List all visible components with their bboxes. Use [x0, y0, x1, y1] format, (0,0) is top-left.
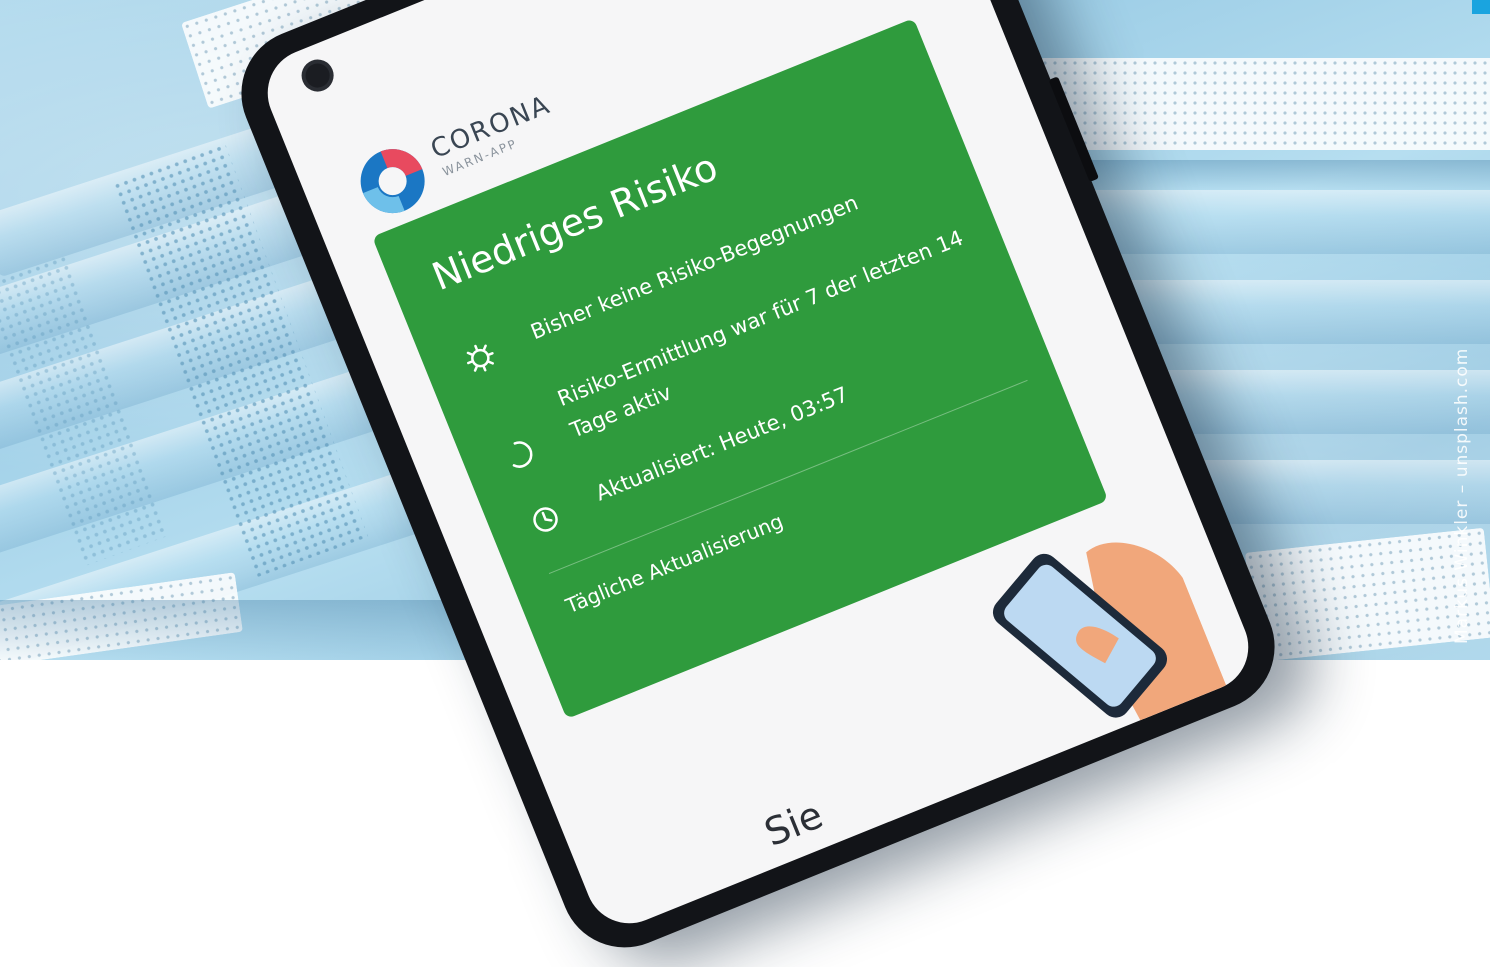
front-camera	[296, 54, 339, 97]
progress-circle-icon	[497, 432, 541, 476]
corner-accent-tab	[1472, 0, 1490, 14]
clock-icon	[523, 497, 567, 541]
section-heading-partial: Sie	[758, 792, 829, 855]
daily-update-label: Tägliche Aktualisierung	[562, 508, 787, 618]
virus-icon	[458, 336, 502, 380]
photo-credit: Markus Winkler – unsplash.com	[1452, 347, 1472, 644]
corona-warn-app-logo-icon	[360, 149, 425, 214]
